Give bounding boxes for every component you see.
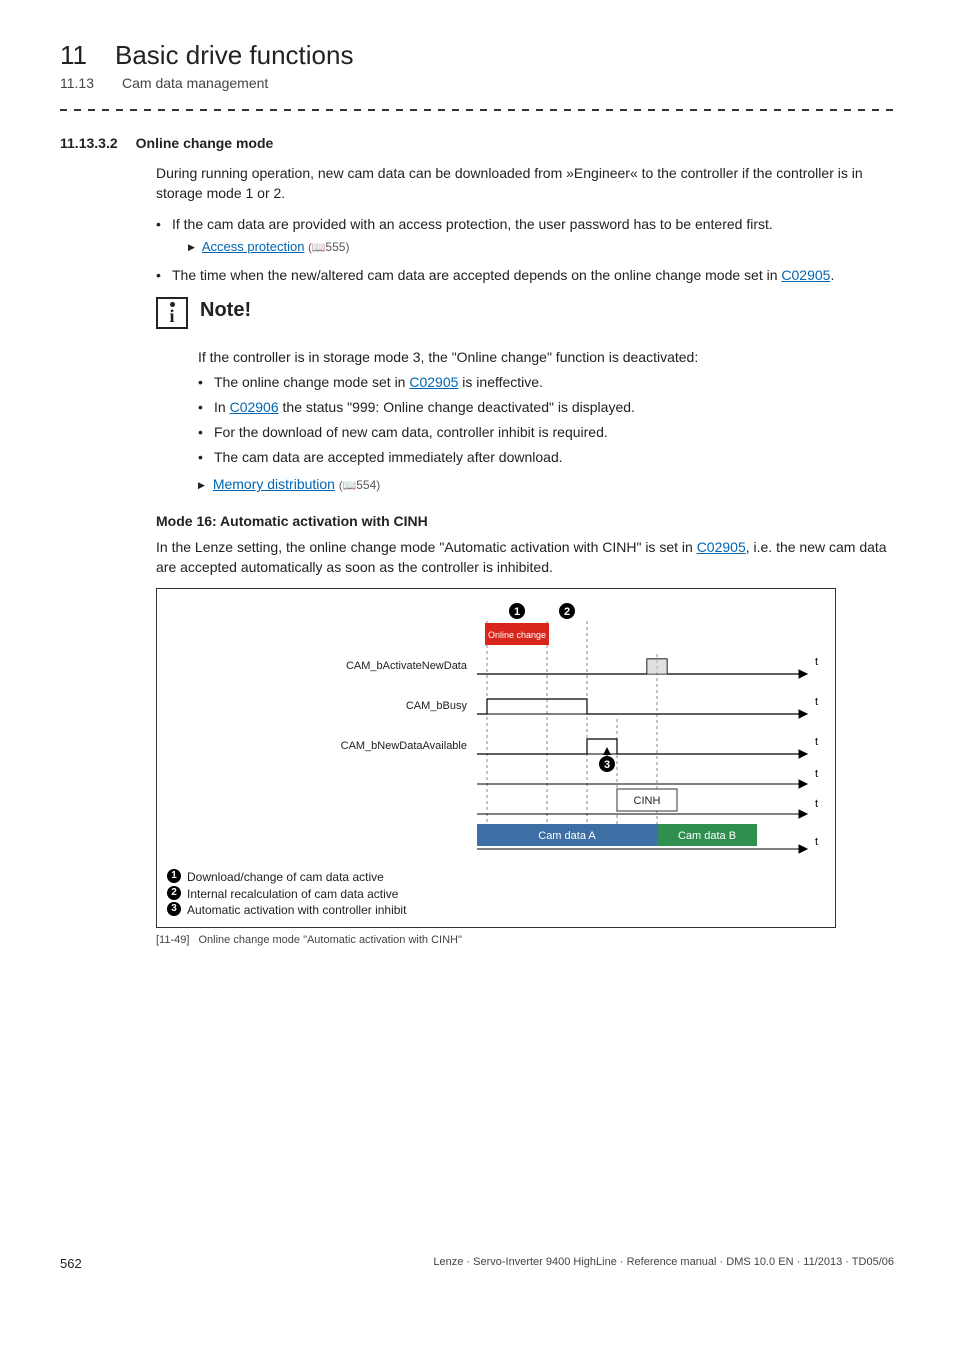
svg-text:3: 3 xyxy=(604,759,610,771)
chapter-number: 11 xyxy=(60,40,87,71)
access-protection-link[interactable]: Access protection xyxy=(202,239,305,254)
svg-text:t: t xyxy=(815,768,818,780)
bullet-item: The time when the new/altered cam data a… xyxy=(156,265,894,285)
divider xyxy=(60,109,894,111)
svg-text:t: t xyxy=(815,798,818,810)
subsection-number: 11.13.3.2 xyxy=(60,135,118,151)
label-sig1: CAM_bActivateNewData xyxy=(346,660,468,672)
bullet-text-pre: The time when the new/altered cam data a… xyxy=(172,267,781,283)
section-number: 11.13 xyxy=(60,75,94,91)
note-text: is ineffective. xyxy=(458,374,543,390)
legend-text-2: Internal recalculation of cam data activ… xyxy=(187,886,398,903)
legend-marker-3: 3 xyxy=(167,902,181,916)
note-text: the status "999: Online change deactivat… xyxy=(279,399,635,415)
page-ref: 555 xyxy=(308,240,349,254)
svg-text:t: t xyxy=(815,836,818,848)
svg-text:2: 2 xyxy=(564,606,570,618)
page-ref: 554 xyxy=(339,478,380,492)
bullet-text-post: . xyxy=(830,267,834,283)
svg-text:Cam data B: Cam data B xyxy=(678,830,736,842)
figure-tag: [11-49] xyxy=(156,934,189,946)
bullet-item: If the cam data are provided with an acc… xyxy=(156,214,894,257)
chapter-title: Basic drive functions xyxy=(115,40,353,71)
text: In the Lenze setting, the online change … xyxy=(156,539,697,555)
note-title: Note! xyxy=(200,299,251,322)
legend-text-3: Automatic activation with controller inh… xyxy=(187,902,406,919)
svg-text:CINH: CINH xyxy=(634,795,661,807)
svg-text:Cam data A: Cam data A xyxy=(538,830,596,842)
note-item: For the download of new cam data, contro… xyxy=(198,422,894,443)
note-text: The online change mode set in xyxy=(214,374,409,390)
svg-text:t: t xyxy=(815,696,818,708)
section-title: Cam data management xyxy=(122,75,268,91)
mode16-paragraph: In the Lenze setting, the online change … xyxy=(156,537,894,578)
timing-diagram: 1 2 Online change CAM_bActivateNewData C… xyxy=(156,588,836,928)
code-link-c02906[interactable]: C02906 xyxy=(230,399,279,415)
bullet-text: If the cam data are provided with an acc… xyxy=(172,216,773,232)
intro-paragraph: During running operation, new cam data c… xyxy=(156,163,894,204)
note-item: The cam data are accepted immediately af… xyxy=(198,447,894,468)
note-item: In C02906 the status "999: Online change… xyxy=(198,397,894,418)
label-sig2: CAM_bBusy xyxy=(406,700,468,712)
note-item: The online change mode set in C02905 is … xyxy=(198,372,894,393)
page-number: 562 xyxy=(60,1256,82,1271)
legend-text-1: Download/change of cam data active xyxy=(187,869,384,886)
legend-marker-1: 1 xyxy=(167,869,181,883)
note-lead: If the controller is in storage mode 3, … xyxy=(198,347,894,368)
figure-caption: Online change mode "Automatic activation… xyxy=(199,934,462,946)
svg-text:t: t xyxy=(815,656,818,668)
subsection-title: Online change mode xyxy=(136,135,274,151)
mode16-heading: Mode 16: Automatic activation with CINH xyxy=(156,513,894,529)
svg-text:Online change: Online change xyxy=(488,630,546,640)
note-text: In xyxy=(214,399,230,415)
svg-text:1: 1 xyxy=(514,606,520,618)
code-link-c02905[interactable]: C02905 xyxy=(697,539,746,555)
memory-distribution-link[interactable]: Memory distribution xyxy=(213,476,335,492)
label-sig3: CAM_bNewDataAvailable xyxy=(341,740,467,752)
code-link-c02905[interactable]: C02905 xyxy=(409,374,458,390)
legend-marker-2: 2 xyxy=(167,886,181,900)
svg-text:t: t xyxy=(815,736,818,748)
code-link-c02905[interactable]: C02905 xyxy=(781,267,830,283)
footer-meta: Lenze · Servo-Inverter 9400 HighLine · R… xyxy=(433,1256,894,1271)
info-icon: i xyxy=(156,297,188,329)
